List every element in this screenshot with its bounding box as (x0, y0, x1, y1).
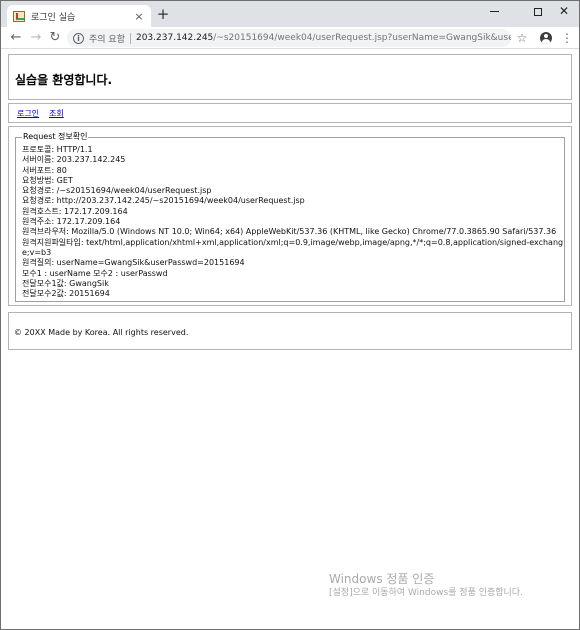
content-section: Request 정보확인 프로토콜: HTTP/1.1 서버이름: 203.23… (8, 126, 572, 306)
info-line-remote-addr: 원격주소: 172.17.209.164 (22, 217, 121, 227)
kebab-menu-icon[interactable]: ⋮ (561, 30, 573, 46)
account-icon[interactable] (540, 32, 552, 44)
fieldset-legend: Request 정보확인 (22, 132, 89, 142)
page-content: 실습을 환영합니다. 로그인 조회 Request 정보확인 프로토콜: HTT… (1, 50, 579, 629)
activation-message: [설정]으로 이동하여 Windows를 정품 인증합니다. (329, 588, 523, 598)
info-icon[interactable]: i (73, 32, 84, 44)
info-line-query: 원격질의: userName=GwangSik&userPasswd=20151… (22, 258, 245, 268)
info-line-remote-host: 원격호스트: 172.17.209.164 (22, 206, 128, 216)
info-line-param-names: 모수1 : userName 모수2 : userPasswd (22, 268, 168, 278)
request-info-fieldset: Request 정보확인 프로토콜: HTTP/1.1 서버이름: 203.23… (15, 132, 566, 302)
info-line-param2-value: 전달모수2값: 20151694 (22, 289, 110, 299)
page-title: 실습을 환영합니다. (15, 73, 113, 87)
footer-text: © 20XX Made by Korea. All rights reserve… (14, 328, 189, 337)
omnibox-divider (129, 32, 131, 44)
back-icon[interactable]: ← (7, 29, 25, 47)
close-window-button[interactable]: ✕ (547, 1, 580, 21)
login-link[interactable]: 로그인 (17, 108, 39, 119)
nav-section: 로그인 조회 (8, 103, 572, 123)
forward-icon[interactable]: → (27, 29, 45, 47)
windows-activation-watermark: Windows 정품 인증 [설정]으로 이동하여 Windows를 정품 인증… (329, 572, 523, 599)
tab-close-icon[interactable]: × (133, 10, 145, 23)
browser-tab[interactable]: 로그인 실습 × (7, 5, 151, 27)
info-line-server-name: 서버이름: 203.237.142.245 (22, 155, 126, 165)
new-tab-button[interactable]: + (155, 7, 171, 23)
info-line-protocol: 프로토콜: HTTP/1.1 (22, 145, 93, 154)
url-path: /~s20151694/week04/userRequest.jsp?userN… (213, 33, 511, 43)
bookmark-star-icon[interactable]: ☆ (515, 30, 529, 46)
browser-toolbar: ← → ↻ i 주의 요함 203.237.142.245 /~s2015169… (1, 27, 579, 49)
tab-title: 로그인 실습 (31, 12, 76, 23)
maximize-icon (534, 7, 542, 16)
minimize-button[interactable] (477, 1, 511, 21)
url-host: 203.237.142.245 (135, 33, 214, 43)
info-line-user-agent: 원격브라우저: Mozilla/5.0 (Windows NT 10.0; Wi… (22, 227, 557, 237)
reload-icon[interactable]: ↻ (46, 29, 64, 47)
info-line-request-url: 요청경로: http://203.237.142.245/~s20151694/… (22, 196, 305, 206)
activation-title: Windows 정품 인증 (329, 572, 435, 586)
favicon-icon (13, 10, 25, 22)
request-info-list: 프로토콜: HTTP/1.1 서버이름: 203.237.142.245 서버포… (22, 145, 566, 299)
info-line-accept: 원격지원파일타입: text/html,application/xhtml+xm… (22, 237, 564, 257)
minimize-icon (489, 11, 499, 12)
title-bar: 로그인 실습 × + ✕ (1, 1, 579, 27)
info-line-param1-value: 전달모수1값: GwangSik (22, 278, 109, 288)
security-label: 주의 요함 (89, 34, 125, 45)
info-line-method: 요청방법: GET (22, 175, 73, 185)
lookup-link[interactable]: 조회 (49, 108, 64, 119)
info-line-server-port: 서버포트: 80 (22, 165, 67, 175)
browser-window: 로그인 실습 × + ✕ ← → ↻ i 주의 요함 203.237.142.2… (0, 0, 580, 630)
info-line-request-uri: 요청경로: /~s20151694/week04/userRequest.jsp (22, 186, 212, 196)
footer-section: © 20XX Made by Korea. All rights reserve… (8, 312, 572, 350)
address-bar[interactable]: i 주의 요함 203.237.142.245 /~s20151694/week… (67, 29, 511, 47)
header-section: 실습을 환영합니다. (8, 54, 572, 100)
